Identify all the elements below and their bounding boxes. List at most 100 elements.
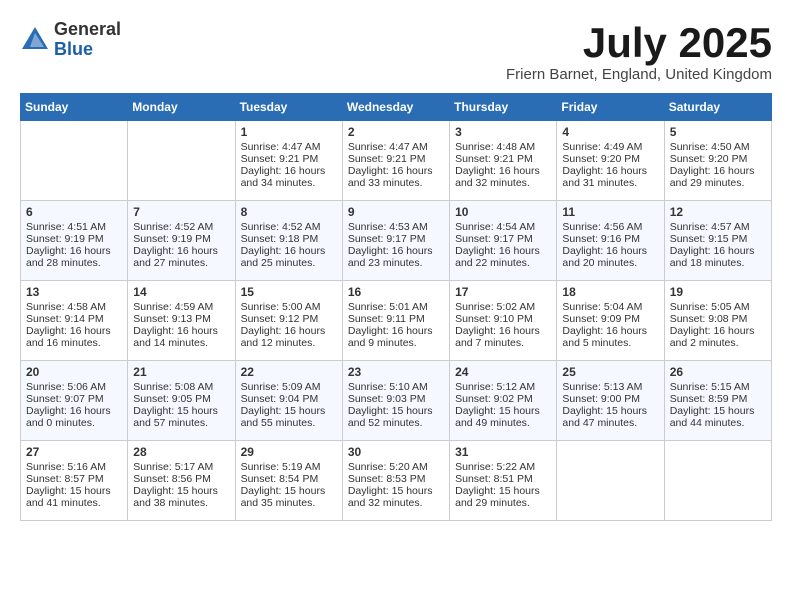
day-info: Sunset: 9:18 PM [241,233,337,245]
day-info: Daylight: 16 hours and 33 minutes. [348,165,444,189]
day-info: Daylight: 16 hours and 2 minutes. [670,325,766,349]
calendar-cell: 6Sunrise: 4:51 AMSunset: 9:19 PMDaylight… [21,201,128,281]
day-info: Sunset: 8:56 PM [133,473,229,485]
calendar-cell [128,121,235,201]
day-info: Sunrise: 5:09 AM [241,381,337,393]
day-number: 19 [670,285,766,299]
logo-general: General [54,20,121,40]
day-info: Sunrise: 4:49 AM [562,141,658,153]
day-info: Daylight: 16 hours and 25 minutes. [241,245,337,269]
day-info: Daylight: 16 hours and 14 minutes. [133,325,229,349]
day-info: Sunset: 8:59 PM [670,393,766,405]
day-info: Sunset: 9:05 PM [133,393,229,405]
day-info: Sunset: 9:20 PM [562,153,658,165]
calendar-cell: 5Sunrise: 4:50 AMSunset: 9:20 PMDaylight… [664,121,771,201]
day-info: Sunrise: 5:06 AM [26,381,122,393]
day-info: Daylight: 16 hours and 18 minutes. [670,245,766,269]
day-info: Sunrise: 5:01 AM [348,301,444,313]
day-info: Sunset: 9:08 PM [670,313,766,325]
day-info: Sunrise: 5:05 AM [670,301,766,313]
day-info: Daylight: 16 hours and 0 minutes. [26,405,122,429]
day-info: Sunrise: 4:52 AM [241,221,337,233]
day-number: 5 [670,125,766,139]
day-info: Sunset: 9:04 PM [241,393,337,405]
calendar-cell: 14Sunrise: 4:59 AMSunset: 9:13 PMDayligh… [128,281,235,361]
day-number: 25 [562,365,658,379]
day-info: Sunrise: 5:19 AM [241,461,337,473]
day-number: 27 [26,445,122,459]
calendar-cell: 19 Sunrise: 5:05 AMSunset: 9:08 PMDayligh… [664,281,771,361]
day-info: Sunrise: 5:20 AM [348,461,444,473]
day-info: Sunset: 9:07 PM [26,393,122,405]
title-block: July 2025 Friern Barnet, England, United… [506,20,772,83]
calendar-week-5: 27Sunrise: 5:16 AMSunset: 8:57 PMDayligh… [21,441,772,521]
day-info: Sunrise: 5:22 AM [455,461,551,473]
day-info: Daylight: 15 hours and 41 minutes. [26,485,122,509]
column-header-sunday: Sunday [21,94,128,121]
column-header-thursday: Thursday [450,94,557,121]
day-info: Daylight: 16 hours and 32 minutes. [455,165,551,189]
calendar-table: SundayMondayTuesdayWednesdayThursdayFrid… [20,93,772,521]
day-info: Sunrise: 5:00 AM [241,301,337,313]
day-info: Sunset: 9:03 PM [348,393,444,405]
day-number: 17 [455,285,551,299]
day-number: 18 [562,285,658,299]
day-number: 20 [26,365,122,379]
logo: General Blue [20,20,121,60]
column-header-friday: Friday [557,94,664,121]
day-info: Daylight: 15 hours and 47 minutes. [562,405,658,429]
day-number: 9 [348,205,444,219]
day-info: Sunrise: 4:51 AM [26,221,122,233]
calendar-cell: 3Sunrise: 4:48 AMSunset: 9:21 PMDaylight… [450,121,557,201]
calendar-cell: 24Sunrise: 5:12 AMSunset: 9:02 PMDayligh… [450,361,557,441]
day-info: Sunset: 9:09 PM [562,313,658,325]
calendar-cell: 2Sunrise: 4:47 AMSunset: 9:21 PMDaylight… [342,121,449,201]
day-info: Daylight: 16 hours and 7 minutes. [455,325,551,349]
calendar-cell: 17Sunrise: 5:02 AMSunset: 9:10 PMDayligh… [450,281,557,361]
day-info: Sunrise: 5:12 AM [455,381,551,393]
calendar-cell: 16Sunrise: 5:01 AMSunset: 9:11 PMDayligh… [342,281,449,361]
calendar-cell [664,441,771,521]
day-info: Daylight: 16 hours and 34 minutes. [241,165,337,189]
day-info: Daylight: 15 hours and 44 minutes. [670,405,766,429]
day-number: 22 [241,365,337,379]
day-info: Sunset: 8:53 PM [348,473,444,485]
day-info: Sunrise: 5:17 AM [133,461,229,473]
day-info: Sunrise: 5:02 AM [455,301,551,313]
day-number: 29 [241,445,337,459]
day-number: 10 [455,205,551,219]
day-info: Daylight: 16 hours and 5 minutes. [562,325,658,349]
day-number: 6 [26,205,122,219]
calendar-cell [557,441,664,521]
day-info: Daylight: 15 hours and 49 minutes. [455,405,551,429]
day-number: 16 [348,285,444,299]
calendar-week-3: 13Sunrise: 4:58 AMSunset: 9:14 PMDayligh… [21,281,772,361]
day-info: Daylight: 16 hours and 22 minutes. [455,245,551,269]
logo-blue: Blue [54,40,121,60]
day-number: 15 [241,285,337,299]
calendar-cell: 13Sunrise: 4:58 AMSunset: 9:14 PMDayligh… [21,281,128,361]
calendar-cell: 7Sunrise: 4:52 AMSunset: 9:19 PMDaylight… [128,201,235,281]
calendar-cell: 23Sunrise: 5:10 AMSunset: 9:03 PMDayligh… [342,361,449,441]
day-info: Daylight: 16 hours and 28 minutes. [26,245,122,269]
calendar-cell: 15Sunrise: 5:00 AMSunset: 9:12 PMDayligh… [235,281,342,361]
logo-icon [20,25,50,55]
day-number: 24 [455,365,551,379]
calendar-cell: 29Sunrise: 5:19 AMSunset: 8:54 PMDayligh… [235,441,342,521]
calendar-cell [21,121,128,201]
calendar-cell: 9Sunrise: 4:53 AMSunset: 9:17 PMDaylight… [342,201,449,281]
day-info: Daylight: 16 hours and 9 minutes. [348,325,444,349]
calendar-cell: 28Sunrise: 5:17 AMSunset: 8:56 PMDayligh… [128,441,235,521]
day-info: Sunrise: 5:08 AM [133,381,229,393]
calendar-header-row: SundayMondayTuesdayWednesdayThursdayFrid… [21,94,772,121]
day-info: Daylight: 15 hours and 52 minutes. [348,405,444,429]
day-info: Sunset: 9:17 PM [455,233,551,245]
calendar-cell: 26Sunrise: 5:15 AMSunset: 8:59 PMDayligh… [664,361,771,441]
day-info: Daylight: 16 hours and 12 minutes. [241,325,337,349]
calendar-cell: 10Sunrise: 4:54 AMSunset: 9:17 PMDayligh… [450,201,557,281]
day-number: 8 [241,205,337,219]
day-number: 11 [562,205,658,219]
day-info: Sunset: 9:21 PM [455,153,551,165]
day-number: 14 [133,285,229,299]
page-header: General Blue July 2025 Friern Barnet, En… [20,20,772,83]
